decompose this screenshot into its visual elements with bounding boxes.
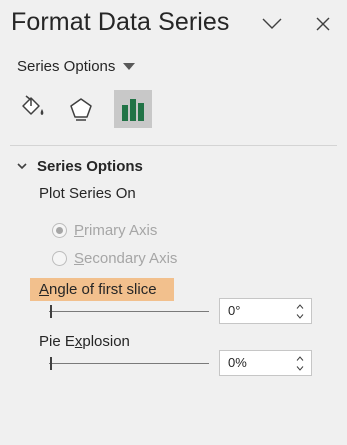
close-icon — [316, 17, 330, 31]
divider — [10, 145, 337, 146]
angle-slider[interactable] — [49, 305, 209, 319]
slider-track — [49, 363, 209, 364]
close-button[interactable] — [309, 10, 337, 38]
tab-fill-line[interactable] — [14, 90, 52, 128]
chevron-up-icon — [296, 356, 304, 361]
plot-series-on-label: Plot Series On — [39, 185, 136, 202]
pie-explosion-slider[interactable] — [49, 357, 209, 371]
explosion-increment-button[interactable] — [295, 354, 305, 363]
series-options-section-header[interactable]: Series Options — [17, 156, 143, 176]
tab-series-options[interactable] — [114, 90, 152, 128]
radio-dot — [56, 226, 63, 234]
series-options-dropdown[interactable]: Series Options — [17, 56, 136, 76]
slider-track — [49, 311, 209, 312]
slider-thumb[interactable] — [50, 305, 52, 318]
primary-axis-label: Primary Axis — [74, 221, 158, 239]
angle-of-first-slice-label: Angle of first slice — [30, 278, 174, 301]
slider-thumb[interactable] — [50, 357, 52, 370]
caret-down-icon — [123, 62, 136, 70]
pie-explosion-label: Pie Explosion — [39, 333, 130, 350]
chevron-down-icon — [262, 18, 282, 29]
chevron-down-icon — [296, 314, 304, 319]
pane-title: Format Data Series — [11, 8, 230, 36]
chevron-down-icon — [296, 366, 304, 371]
primary-axis-radio[interactable]: Primary Axis — [52, 220, 157, 240]
spin-arrows — [295, 301, 305, 321]
series-options-icon — [122, 99, 144, 121]
secondary-axis-label: Secondary Axis — [74, 249, 178, 267]
chevron-down-icon — [17, 162, 27, 169]
explosion-decrement-button[interactable] — [295, 364, 305, 373]
effects-icon — [70, 98, 92, 121]
pie-explosion-value[interactable]: 0% — [228, 355, 247, 370]
angle-spin-box[interactable]: 0° — [219, 298, 312, 324]
format-data-series-pane: Format Data Series Series Options Series… — [0, 0, 347, 445]
section-title: Series Options — [37, 157, 143, 175]
pie-explosion-spin-box[interactable]: 0% — [219, 350, 312, 376]
tab-effects[interactable] — [62, 90, 100, 128]
spin-arrows — [295, 353, 305, 373]
chevron-up-icon — [296, 304, 304, 309]
angle-increment-button[interactable] — [295, 302, 305, 311]
angle-decrement-button[interactable] — [295, 312, 305, 321]
radio-button — [52, 250, 67, 266]
fill-line-icon — [22, 95, 44, 115]
radio-button — [52, 222, 67, 238]
secondary-axis-radio[interactable]: Secondary Axis — [52, 248, 177, 268]
angle-value[interactable]: 0° — [228, 303, 240, 318]
series-options-dropdown-label: Series Options — [17, 57, 116, 75]
task-pane-options-button[interactable] — [258, 10, 286, 38]
